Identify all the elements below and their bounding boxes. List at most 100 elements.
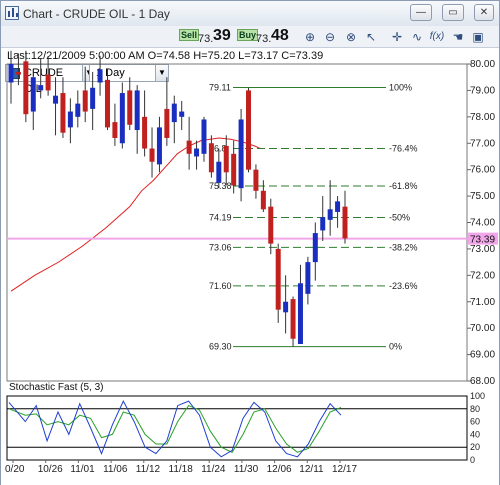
formula-button[interactable]: f(x) <box>427 30 447 44</box>
stochastic-tick-label: 60 <box>470 417 480 427</box>
candle-up <box>201 119 207 154</box>
candle-down <box>15 71 21 75</box>
title-bar[interactable]: Chart - CRUDE OIL - 1 Day — ▭ ✕ <box>1 1 499 27</box>
candle-down <box>253 169 259 191</box>
candle-down <box>231 153 237 186</box>
candle-down <box>186 140 192 154</box>
candle-up <box>38 85 44 91</box>
price-tick-label: 76.00 <box>470 165 495 176</box>
candle-down <box>142 116 148 149</box>
fib-price-label: 73.06 <box>209 242 232 252</box>
price-tick-label: 68.00 <box>470 376 495 387</box>
window-title: Chart - CRUDE OIL - 1 Day <box>23 7 170 21</box>
candle-up <box>320 217 326 231</box>
candle-up <box>297 283 303 345</box>
price-tick-label: 69.00 <box>470 350 495 361</box>
candle-up <box>134 90 140 131</box>
fib-percent-label: 0% <box>389 342 402 352</box>
sell-price-big: 39 <box>213 27 231 44</box>
stochastic-tick-label: 0 <box>470 455 475 465</box>
price-tick-label: 77.00 <box>470 138 495 149</box>
buy-price-prefix: 73. <box>256 33 272 45</box>
candle-down <box>112 122 118 138</box>
candle-up <box>90 87 96 109</box>
candle-down <box>60 93 66 133</box>
close-button[interactable]: ✕ <box>474 4 494 21</box>
fib-price-label: 79.11 <box>209 83 231 93</box>
stochastic-tick-label: 100 <box>470 391 485 401</box>
candle-down <box>260 190 266 210</box>
candle-down <box>268 206 274 244</box>
indicator-icon[interactable]: ∿ <box>410 30 424 44</box>
price-tick-label: 79.00 <box>470 85 495 96</box>
candle-down <box>246 90 252 170</box>
zoom-in-icon[interactable]: ⊕ <box>303 30 317 44</box>
price-chart[interactable]: 79.11 100%76.8 -76.4%75.38 -61.8%74.19 -50%7… <box>1 48 499 485</box>
candle-up <box>30 77 36 112</box>
candle-up <box>75 103 81 117</box>
zoom-reset-icon[interactable]: ⊗ <box>344 30 358 44</box>
candle-up <box>194 148 200 157</box>
candle-up <box>283 301 289 313</box>
price-tick-label: 78.00 <box>470 112 495 123</box>
candle-down <box>164 108 170 138</box>
chart-toolbar: Sell 73. 39 Buy 73. 48 ⊕ ⊖ ⊗ ↖ ✛ ∿ f(x) … <box>1 26 499 48</box>
stochastic-tick-label: 80 <box>470 404 480 414</box>
date-tick-label: 0/20 <box>5 464 25 475</box>
fib-price-label: 71.60 <box>209 281 232 291</box>
save-icon[interactable]: ▣ <box>471 30 485 44</box>
date-tick-label: 11/24 <box>201 464 226 475</box>
fib-percent-label: 100% <box>389 83 412 93</box>
crosshair-icon[interactable]: ✛ <box>390 30 404 44</box>
minimize-button[interactable]: — <box>410 4 432 21</box>
fib-percent-label: -38.2% <box>389 242 418 252</box>
stochastic-tick-label: 40 <box>470 429 480 439</box>
candle-down <box>275 248 281 310</box>
candle-up <box>156 127 162 165</box>
candle-up <box>97 69 103 83</box>
date-tick-label: 11/01 <box>70 464 95 475</box>
candle-down <box>342 206 348 239</box>
sell-label[interactable]: Sell <box>179 29 200 41</box>
current-price-label: 73.39 <box>470 235 495 246</box>
fib-price-label: 74.19 <box>209 212 232 222</box>
candle-up <box>216 161 222 183</box>
candle-down <box>149 148 155 162</box>
candle-up <box>119 93 125 144</box>
candle-down <box>104 79 110 128</box>
stochastic-tick-label: 20 <box>470 442 480 452</box>
maximize-button[interactable]: ▭ <box>442 4 464 21</box>
fib-percent-label: -76.4% <box>389 144 418 154</box>
price-tick-label: 72.00 <box>470 270 495 281</box>
hand-icon[interactable]: ☚ <box>451 30 465 44</box>
zoom-out-icon[interactable]: ⊖ <box>323 30 337 44</box>
candle-up <box>171 103 177 123</box>
candle-down <box>208 143 214 173</box>
price-tick-label: 71.00 <box>470 297 495 308</box>
date-tick-label: 12/17 <box>332 464 357 475</box>
candle-down <box>45 74 51 91</box>
sell-price-prefix: 73. <box>198 33 214 45</box>
date-tick-label: 12/11 <box>299 464 324 475</box>
buy-label[interactable]: Buy <box>237 29 259 41</box>
date-tick-label: 11/06 <box>103 464 128 475</box>
candle-up <box>335 201 341 212</box>
cursor-icon[interactable]: ↖ <box>364 30 378 44</box>
buy-price-big: 48 <box>271 27 289 44</box>
price-tick-label: 70.00 <box>470 323 495 334</box>
candle-up <box>8 64 14 83</box>
stochastic-title: Stochastic Fast (5, 3) <box>9 382 103 393</box>
candle-up <box>67 111 73 128</box>
date-tick-label: 11/18 <box>169 464 194 475</box>
chart-window: Chart - CRUDE OIL - 1 Day — ▭ ✕ Sell 73.… <box>0 0 500 485</box>
date-tick-label: 12/06 <box>267 464 292 475</box>
candle-down <box>223 145 229 173</box>
price-tick-label: 80.00 <box>470 59 495 70</box>
stochastic-panel-frame <box>6 395 468 461</box>
candle-up <box>238 119 244 189</box>
price-tick-label: 75.00 <box>470 191 495 202</box>
fib-price-label: 69.30 <box>209 342 232 352</box>
stochastic-fast-line <box>8 399 342 458</box>
candle-down <box>290 299 296 339</box>
candle-up <box>305 262 311 294</box>
